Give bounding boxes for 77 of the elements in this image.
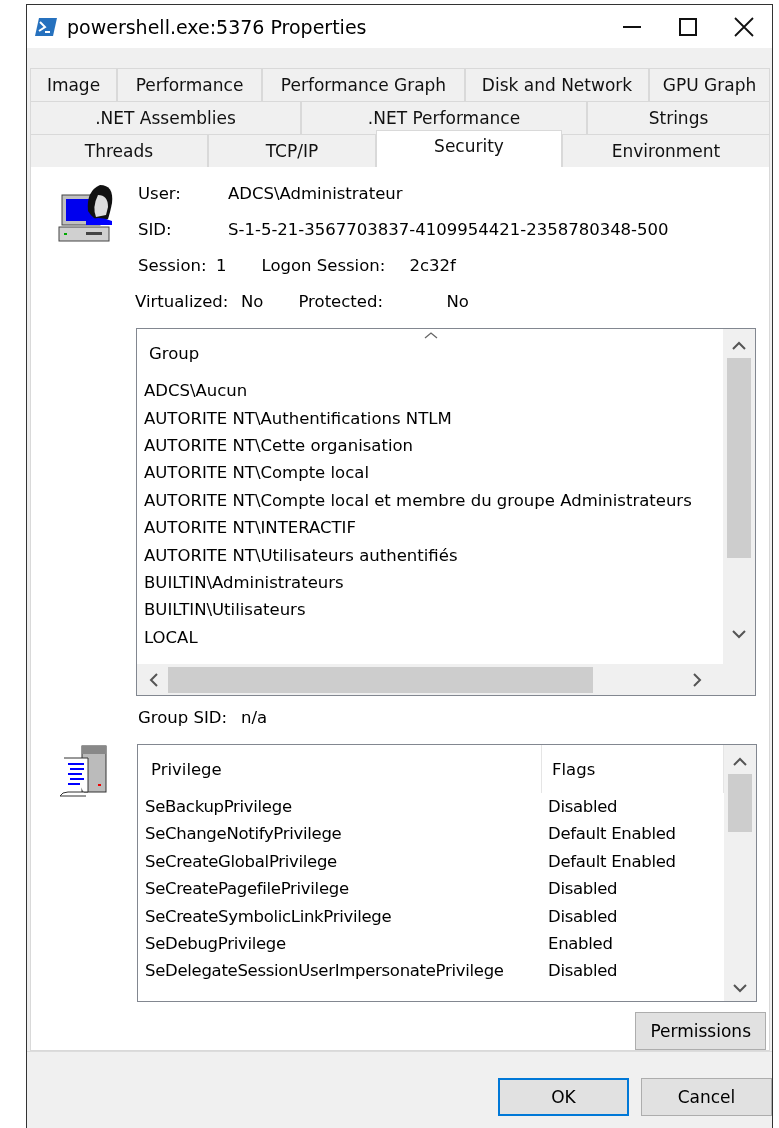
table-cell-text: Disabled bbox=[547, 905, 619, 928]
table-cell-text: SeDebugPrivilege bbox=[144, 932, 287, 955]
list-item[interactable]: AUTORITE NT\Authentifications NTLM bbox=[144, 408, 452, 428]
field-label: Virtualized: bbox=[135, 291, 230, 314]
powershell-icon bbox=[35, 17, 57, 36]
tab[interactable]: Performance Graph bbox=[262, 68, 465, 101]
scrollbar-thumb[interactable] bbox=[168, 666, 593, 693]
field-value: S-1-5-21-3567703837-4109954421-2358780348-500 bbox=[228, 219, 669, 242]
scroll-down-icon[interactable] bbox=[733, 984, 747, 993]
table-cell-text: SeCreateSymbolicLinkPrivilege bbox=[144, 905, 393, 928]
table-cell-text: SeChangeNotifyPrivilege bbox=[144, 823, 343, 846]
field-label: SID: bbox=[138, 219, 173, 242]
table-cell-text: Default Enabled bbox=[547, 850, 677, 873]
table-cell-text: SeBackupPrivilege bbox=[144, 796, 293, 818]
list-item[interactable]: AUTORITE NT\Compte local bbox=[144, 463, 369, 483]
field-value: No bbox=[446, 291, 469, 314]
maximize-icon[interactable] bbox=[679, 17, 697, 36]
column-header[interactable]: Privilege bbox=[151, 759, 222, 779]
field-label: Session: bbox=[138, 255, 208, 278]
window-title: powershell.exe:5376 Properties bbox=[67, 15, 368, 38]
server-document-icon bbox=[58, 744, 110, 800]
list-item[interactable]: AUTORITE NT\Compte local et membre du groupe Administrateurs bbox=[144, 490, 692, 510]
scrollbar-thumb[interactable] bbox=[728, 774, 752, 832]
column-header[interactable]: Flags bbox=[552, 759, 596, 779]
field-label: Group SID: bbox=[138, 708, 228, 727]
privilege-list[interactable] bbox=[137, 744, 757, 1002]
scroll-right-icon[interactable] bbox=[693, 672, 702, 687]
field-label: Protected: bbox=[298, 291, 384, 314]
scroll-down-icon[interactable] bbox=[732, 630, 746, 640]
tab[interactable]: .NET Performance bbox=[301, 101, 587, 134]
tab[interactable]: Threads bbox=[30, 134, 208, 167]
scroll-left-icon[interactable] bbox=[149, 672, 158, 687]
permissions-button[interactable]: Permissions bbox=[635, 1012, 766, 1050]
vertical-scrollbar[interactable] bbox=[723, 329, 755, 666]
list-item[interactable]: LOCAL bbox=[144, 627, 198, 647]
list-item[interactable]: BUILTIN\Administrateurs bbox=[144, 572, 344, 592]
tab[interactable]: TCP/IP bbox=[208, 134, 376, 167]
scroll-up-icon[interactable] bbox=[732, 341, 746, 351]
tab[interactable]: Security bbox=[376, 130, 562, 167]
tab[interactable]: Strings bbox=[587, 101, 770, 134]
table-cell-text: SeDelegateSessionUserImpersonatePrivilege bbox=[144, 960, 505, 983]
list-item[interactable]: AUTORITE NT\Cette organisation bbox=[144, 435, 414, 455]
vertical-scrollbar[interactable] bbox=[724, 745, 756, 1001]
list-item[interactable]: ADCS\Aucun bbox=[144, 381, 248, 401]
tab[interactable]: Performance bbox=[117, 68, 262, 101]
field-label: Logon Session: bbox=[261, 255, 387, 278]
close-icon[interactable] bbox=[734, 16, 754, 37]
field-value: n/a bbox=[241, 708, 268, 727]
list-item[interactable]: BUILTIN\Utilisateurs bbox=[144, 600, 306, 620]
table-cell-text: SeCreatePagefilePrivilege bbox=[144, 878, 350, 901]
scroll-up-icon[interactable] bbox=[733, 757, 747, 766]
table-cell-text: Enabled bbox=[547, 932, 614, 955]
cancel-button[interactable]: Cancel bbox=[641, 1078, 772, 1116]
field-label: User: bbox=[138, 183, 182, 205]
list-item[interactable]: AUTORITE NT\Utilisateurs authentifiés bbox=[144, 545, 458, 565]
table-cell-text: Disabled bbox=[547, 878, 619, 901]
minimize-icon[interactable] bbox=[623, 25, 641, 28]
ok-button[interactable]: OK bbox=[498, 1078, 629, 1116]
field-value: No bbox=[241, 291, 264, 314]
table-cell-text: Disabled bbox=[547, 960, 619, 983]
list-item[interactable]: AUTORITE NT\INTERACTIF bbox=[144, 518, 356, 538]
table-cell-text: SeCreateGlobalPrivilege bbox=[144, 850, 338, 873]
tab[interactable]: Disk and Network bbox=[465, 68, 649, 101]
tab[interactable]: Environment bbox=[562, 134, 770, 167]
tab[interactable]: Image bbox=[30, 68, 117, 101]
column-header[interactable]: Group bbox=[149, 343, 200, 363]
scrollbar-thumb[interactable] bbox=[727, 358, 751, 559]
field-value: ADCS\Administrateur bbox=[228, 183, 404, 205]
table-cell-text: Disabled bbox=[547, 796, 619, 818]
tab[interactable]: .NET Assemblies bbox=[30, 101, 301, 134]
horizontal-scrollbar[interactable] bbox=[137, 664, 755, 695]
sort-caret-icon bbox=[424, 332, 438, 340]
field-value: 1 bbox=[216, 255, 227, 278]
tab[interactable]: GPU Graph bbox=[649, 68, 770, 101]
table-cell-text: Default Enabled bbox=[547, 823, 677, 846]
group-list[interactable] bbox=[136, 328, 756, 696]
field-value: 2c32f bbox=[409, 255, 456, 278]
